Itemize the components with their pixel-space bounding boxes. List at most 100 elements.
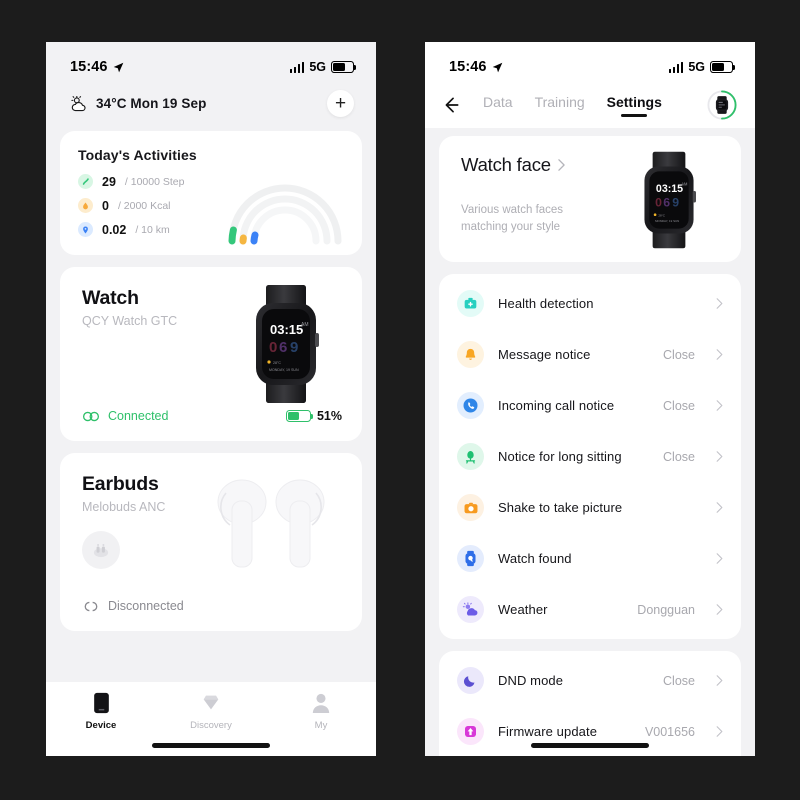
- chevron-right-icon: [716, 502, 723, 513]
- settings-value: Close: [663, 449, 695, 464]
- diamond-icon: [203, 695, 219, 710]
- tab-device[interactable]: Device: [46, 692, 156, 731]
- settings-value: Dongguan: [637, 602, 695, 617]
- person-icon: [312, 693, 330, 713]
- watch-battery-icon: [285, 409, 314, 423]
- calories-icon: [78, 198, 93, 213]
- settings-group-secondary: DND mode Close Firmware update V001656: [439, 651, 741, 756]
- find-watch-icon: [457, 545, 484, 572]
- watch-face-card[interactable]: Watch face Various watch faces matching …: [439, 136, 741, 262]
- settings-row-firmware-update[interactable]: Firmware update V001656: [439, 706, 741, 756]
- status-time: 15:46: [70, 59, 108, 75]
- status-bar-left: 15:46 5G: [46, 42, 376, 82]
- settings-label: Health detection: [498, 296, 594, 311]
- network-label: 5G: [688, 60, 705, 74]
- earbuds-device-card[interactable]: Earbuds Melobuds ANC Disconnected: [60, 453, 362, 631]
- tab-training[interactable]: Training: [535, 94, 585, 116]
- location-arrow-icon: [492, 62, 502, 72]
- settings-label: DND mode: [498, 673, 564, 688]
- metric-goal: / 10000 Step: [124, 175, 185, 188]
- svg-text:6: 6: [663, 196, 670, 210]
- tab-my[interactable]: My: [266, 692, 376, 731]
- settings-row-message-notice[interactable]: Message notice Close: [439, 329, 741, 380]
- earbuds-case-icon: [93, 544, 109, 558]
- metric-value: 0: [102, 198, 109, 213]
- health-kit-icon: [457, 290, 484, 317]
- device-icon: [93, 692, 109, 714]
- tab-settings[interactable]: Settings: [607, 94, 662, 116]
- svg-text:28°C: 28°C: [658, 213, 665, 217]
- chevron-right-icon: [716, 553, 723, 564]
- add-device-button[interactable]: +: [327, 90, 354, 117]
- settings-row-dnd-mode[interactable]: DND mode Close: [439, 655, 741, 706]
- svg-text:MONDAY, 19 SUN: MONDAY, 19 SUN: [269, 368, 299, 372]
- status-bar-right-group: 5G: [289, 60, 357, 74]
- settings-value: Close: [663, 398, 695, 413]
- settings-value: V001656: [644, 724, 695, 739]
- disconnected-link-icon: [84, 601, 98, 611]
- earbuds-connection-row: Disconnected: [82, 599, 342, 613]
- bell-icon: [457, 341, 484, 368]
- tab-data[interactable]: Data: [483, 94, 513, 116]
- settings-label: Watch found: [498, 551, 572, 566]
- chevron-right-icon: [716, 451, 723, 462]
- settings-label: Message notice: [498, 347, 591, 362]
- watch-face-subtitle: Various watch faces matching your style: [461, 204, 564, 233]
- watch-avatar-icon[interactable]: [707, 90, 737, 120]
- battery-icon: [331, 61, 357, 73]
- tab-discovery-label: Discovery: [190, 720, 232, 731]
- signal-bars-icon: [289, 61, 305, 73]
- settings-row-health-detection[interactable]: Health detection: [439, 278, 741, 329]
- upload-arrow-icon: [457, 718, 484, 745]
- sun-cloud-icon: [71, 95, 86, 111]
- chevron-right-icon: [716, 349, 723, 360]
- status-time: 15:46: [449, 59, 487, 75]
- settings-scroll[interactable]: Watch face Various watch faces matching …: [425, 128, 755, 756]
- device-list-scroll[interactable]: Today's Activities 29 / 10000 Step 0 / 2…: [46, 131, 376, 731]
- todays-activities-card[interactable]: Today's Activities 29 / 10000 Step 0 / 2…: [60, 131, 362, 255]
- weather-icon: [457, 596, 484, 623]
- phone-right-settings-screen: 15:46 5G Data Training Settings Watch fa…: [425, 42, 755, 756]
- tab-my-label: My: [314, 720, 328, 731]
- svg-text:0: 0: [269, 339, 277, 356]
- earbuds-product-image: [217, 479, 325, 568]
- earbuds-connection-status: Disconnected: [82, 599, 184, 613]
- chevron-right-icon: [716, 726, 723, 737]
- chevron-right-icon: [716, 675, 723, 686]
- screenshot-stage: 15:46 5G 34°C Mon 19 Sep + Today's Activ…: [0, 0, 800, 800]
- top-nav-bar: Data Training Settings: [425, 82, 755, 128]
- home-indicator: [152, 743, 270, 748]
- status-bar-right: 15:46 5G: [425, 42, 755, 82]
- watch-connection-row: Connected 51%: [82, 409, 342, 423]
- distance-icon: [78, 222, 93, 237]
- watch-device-card[interactable]: Watch QCY Watch GTC 03:15 AM 0 6 9 28°C …: [60, 267, 362, 441]
- earbuds-thumbnail-badge: [82, 531, 120, 569]
- settings-row-weather[interactable]: Weather Dongguan: [439, 584, 741, 635]
- metric-goal: / 10 km: [135, 223, 170, 236]
- camera-icon: [457, 494, 484, 521]
- signal-bars-icon: [668, 61, 684, 73]
- settings-label: Firmware update: [498, 724, 598, 739]
- settings-row-watch-found[interactable]: Watch found: [439, 533, 741, 584]
- tab-discovery[interactable]: Discovery: [156, 692, 266, 731]
- svg-text:9: 9: [672, 196, 679, 210]
- metric-value: 29: [102, 174, 116, 189]
- svg-text:AM: AM: [301, 322, 309, 328]
- chevron-right-icon: [716, 604, 723, 615]
- svg-text:MONDAY, 19 SUN: MONDAY, 19 SUN: [655, 219, 679, 223]
- weather-group: 34°C Mon 19 Sep: [70, 95, 206, 112]
- settings-row-long-sitting[interactable]: Notice for long sitting Close: [439, 431, 741, 482]
- settings-label: Incoming call notice: [498, 398, 615, 413]
- chevron-right-icon: [558, 159, 565, 171]
- battery-icon: [710, 61, 736, 73]
- svg-text:03:15: 03:15: [270, 322, 303, 337]
- back-arrow-icon[interactable]: [441, 95, 461, 115]
- settings-row-incoming-call-notice[interactable]: Incoming call notice Close: [439, 380, 741, 431]
- watch-battery-label: 51%: [316, 409, 342, 423]
- settings-row-shake-to-take-picture[interactable]: Shake to take picture: [439, 482, 741, 533]
- watch-face-title: Watch face: [461, 154, 551, 175]
- weather-bar: 34°C Mon 19 Sep +: [46, 82, 376, 131]
- status-bar-left-group: 15:46: [449, 59, 503, 75]
- watch-product-image: 03:15 AM 069 28°C MONDAY, 19 SUN: [256, 285, 319, 403]
- svg-text:AM: AM: [681, 181, 688, 186]
